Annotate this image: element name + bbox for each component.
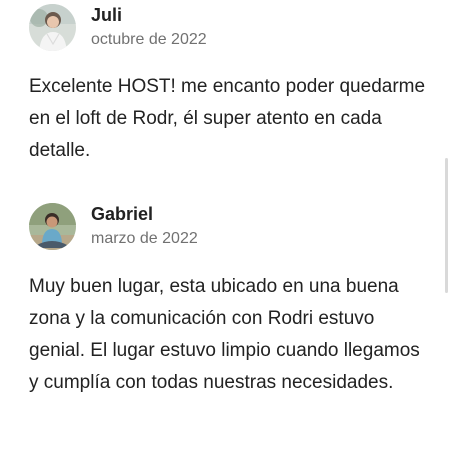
review-meta: Gabriel marzo de 2022 [91, 203, 198, 249]
avatar[interactable] [29, 3, 76, 51]
review-item: Juli octubre de 2022 Excelente HOST! me … [29, 3, 439, 167]
review-date: marzo de 2022 [91, 230, 198, 247]
person-photo-icon [29, 3, 76, 51]
avatar[interactable] [29, 202, 76, 250]
person-photo-icon [29, 202, 76, 250]
review-text: Muy buen lugar, esta ubicado en una buen… [29, 276, 420, 393]
review-header: Juli octubre de 2022 [29, 3, 439, 51]
review-item: Gabriel marzo de 2022 Muy buen lugar, es… [29, 202, 439, 399]
reviewer-name[interactable]: Juli [91, 4, 207, 26]
review-meta: Juli octubre de 2022 [91, 4, 207, 50]
reviewer-name[interactable]: Gabriel [91, 203, 198, 225]
review-text: Excelente HOST! me encanto poder quedarm… [29, 76, 426, 161]
scrollbar[interactable] [445, 158, 448, 293]
review-header: Gabriel marzo de 2022 [29, 202, 439, 250]
review-date: octubre de 2022 [91, 31, 207, 48]
